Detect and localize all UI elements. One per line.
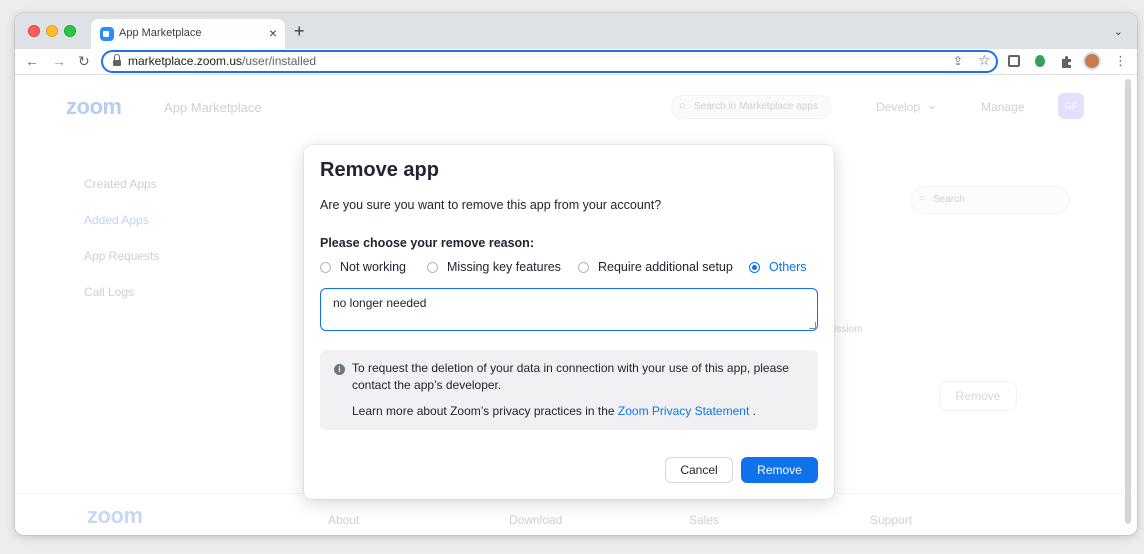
- sidebar-item-added-apps[interactable]: Added Apps: [84, 213, 149, 227]
- browser-toolbar: ← → ↻ marketplace.zoom.us/user/installed…: [15, 49, 1137, 75]
- manage-link[interactable]: Manage: [981, 100, 1024, 114]
- zoom-logo[interactable]: zoom: [66, 94, 122, 120]
- zoom-favicon-icon: [100, 27, 114, 41]
- develop-chevron-down-icon: ⌄: [927, 98, 938, 112]
- footer-zoom-logo[interactable]: zoom: [87, 503, 143, 529]
- textarea-resize-handle-icon[interactable]: [809, 322, 816, 329]
- page-scrollbar[interactable]: [1125, 79, 1131, 524]
- search-placeholder: Search in Marketplace apps: [694, 101, 818, 112]
- radio-icon[interactable]: [578, 261, 589, 273]
- reload-icon[interactable]: ↻: [78, 53, 90, 69]
- url-text[interactable]: marketplace.zoom.us/user/installed: [128, 54, 316, 68]
- remove-app-dialog: Remove app Are you sure you want to remo…: [304, 145, 834, 499]
- tab-app-marketplace[interactable]: App Marketplace ×: [91, 19, 285, 49]
- reason-label: Please choose your remove reason:: [320, 236, 534, 250]
- dialog-title: Remove app: [320, 159, 439, 181]
- radio-icon[interactable]: [320, 261, 331, 273]
- develop-menu[interactable]: Develop: [876, 100, 920, 114]
- puzzle-extensions-icon[interactable]: [1060, 55, 1074, 69]
- dialog-question: Are you sure you want to remove this app…: [320, 198, 662, 212]
- user-avatar[interactable]: GF: [1058, 93, 1084, 119]
- notice-text: To request the deletion of your data in …: [352, 361, 789, 392]
- forward-icon[interactable]: →: [52, 53, 66, 69]
- zoom-privacy-statement-link[interactable]: Zoom Privacy Statement: [618, 404, 749, 418]
- reason-radio-require-additional-setup[interactable]: Require additional setup: [578, 259, 733, 275]
- search-placeholder: Search: [933, 194, 965, 205]
- sidebar-item-call-logs[interactable]: Call Logs: [84, 285, 134, 299]
- privacy-learn-more: Learn more about Zoom’s privacy practice…: [352, 404, 756, 418]
- reason-radio-others[interactable]: Others: [749, 259, 807, 275]
- browser-menu-icon[interactable]: ⋮: [1114, 53, 1127, 69]
- bookmark-star-icon[interactable]: ☆: [978, 52, 991, 69]
- footer-link-download[interactable]: Download: [509, 513, 562, 527]
- tab-close-icon[interactable]: ×: [269, 25, 277, 41]
- tab-title: App Marketplace: [119, 27, 202, 39]
- reason-radio-not-working[interactable]: Not working: [320, 259, 406, 275]
- share-icon[interactable]: ⇪: [953, 54, 963, 68]
- reason-radio-missing-key-features[interactable]: Missing key features: [427, 259, 561, 275]
- reason-label-others[interactable]: Others: [769, 260, 807, 274]
- tab-search-chevron-icon[interactable]: ⌄: [1114, 25, 1123, 38]
- reason-label-not-working[interactable]: Not working: [340, 260, 406, 274]
- back-icon[interactable]: ←: [25, 53, 39, 69]
- footer-link-about[interactable]: About: [328, 513, 359, 527]
- tab-strip: App Marketplace × + ⌄: [15, 13, 1137, 49]
- search-icon: ○: [919, 193, 926, 204]
- search-icon: ○: [679, 100, 686, 112]
- remove-button[interactable]: Remove: [741, 457, 818, 483]
- other-reason-textarea[interactable]: no longer needed: [320, 288, 818, 331]
- extension-square-icon[interactable]: [1008, 55, 1020, 67]
- new-tab-button[interactable]: +: [294, 22, 305, 40]
- extension-green-icon[interactable]: [1035, 55, 1045, 67]
- sidebar-item-app-requests[interactable]: App Requests: [84, 249, 159, 263]
- radio-selected-icon[interactable]: [749, 261, 760, 273]
- browser-window: App Marketplace × + ⌄ ← → ↻ marketplace.…: [15, 13, 1137, 535]
- marketplace-title[interactable]: App Marketplace: [164, 100, 262, 115]
- installed-apps-search-input[interactable]: ○ Search: [910, 186, 1070, 214]
- footer-link-support[interactable]: Support: [870, 513, 912, 527]
- profile-avatar[interactable]: [1083, 52, 1101, 70]
- permission-text: issiom: [834, 324, 863, 335]
- cancel-button[interactable]: Cancel: [665, 457, 733, 483]
- footer-link-sales[interactable]: Sales: [689, 513, 719, 527]
- reason-label-require-additional-setup[interactable]: Require additional setup: [598, 260, 733, 274]
- app-remove-button[interactable]: Remove: [939, 381, 1017, 411]
- maximize-window-button[interactable]: [64, 25, 76, 37]
- close-window-button[interactable]: [28, 25, 40, 37]
- info-icon: i: [334, 364, 345, 375]
- data-deletion-notice: i To request the deletion of your data i…: [320, 350, 818, 430]
- marketplace-search-input[interactable]: ○ Search in Marketplace apps: [671, 95, 831, 119]
- reason-label-missing-key-features[interactable]: Missing key features: [447, 260, 561, 274]
- lock-icon[interactable]: [113, 54, 121, 66]
- address-bar[interactable]: marketplace.zoom.us/user/installed ⇪ ☆: [101, 50, 998, 73]
- sidebar-item-created-apps[interactable]: Created Apps: [84, 177, 157, 191]
- minimize-window-button[interactable]: [46, 25, 58, 37]
- radio-icon[interactable]: [427, 261, 438, 273]
